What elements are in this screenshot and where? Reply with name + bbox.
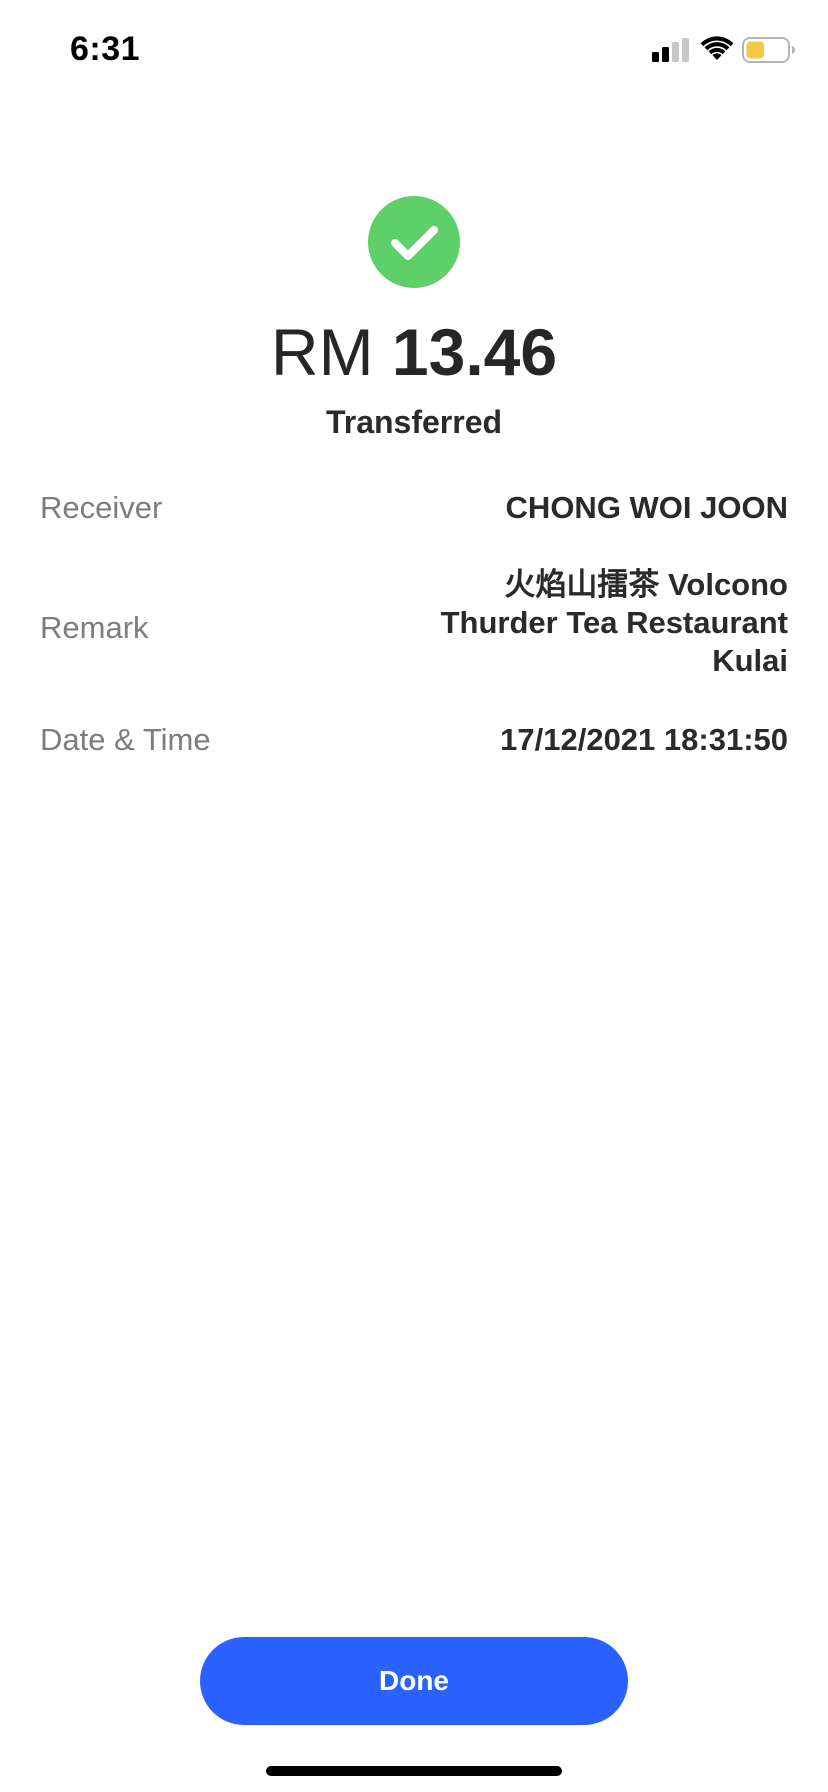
amount-value: 13.46	[391, 315, 558, 389]
datetime-row: Date & Time 17/12/2021 18:31:50	[40, 716, 788, 766]
remark-line-3: Kulai	[712, 643, 788, 678]
wifi-icon	[700, 36, 734, 60]
datetime-label: Date & Time	[40, 722, 211, 757]
remark-label: Remark	[40, 610, 149, 645]
cellular-signal-icon	[652, 38, 689, 62]
home-indicator[interactable]	[266, 1766, 562, 1776]
transfer-success-screen: 6:31 RM 13.46 Transferred Receiver CHONG…	[0, 0, 828, 1792]
receiver-value: CHONG WOI JOON	[505, 490, 788, 525]
remark-line-1: 火焰山擂茶 Volcono	[504, 567, 788, 602]
status-bar: 6:31	[0, 0, 828, 100]
battery-icon	[742, 37, 795, 63]
amount-currency: RM	[270, 315, 374, 389]
transfer-status: Transferred	[325, 404, 503, 440]
success-checkmark-icon	[368, 196, 460, 288]
remark-value: 火焰山擂茶 Volcono Thurder Tea Restaurant Kul…	[368, 566, 788, 680]
remark-line-2: Thurder Tea Restaurant	[440, 605, 788, 640]
status-time: 6:31	[70, 30, 141, 68]
datetime-value: 17/12/2021 18:31:50	[500, 722, 788, 757]
receiver-row: Receiver CHONG WOI JOON	[40, 484, 788, 534]
remark-row: Remark 火焰山擂茶 Volcono Thurder Tea Restaur…	[40, 566, 788, 696]
done-button[interactable]: Done	[200, 1637, 628, 1725]
transfer-amount: RM 13.46	[0, 312, 828, 392]
receiver-label: Receiver	[40, 490, 163, 525]
